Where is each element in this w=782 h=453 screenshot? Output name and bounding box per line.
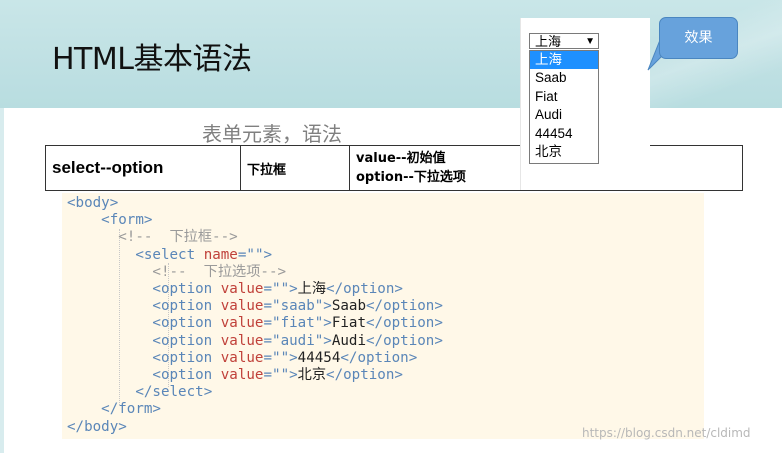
- code-line: <option value="">44454</option>: [152, 349, 418, 366]
- dropdown-arrow-icon: ▼: [585, 36, 595, 47]
- select-option[interactable]: 北京: [530, 143, 598, 161]
- meaning-cell: 下拉框: [240, 145, 350, 191]
- code-line: <body>: [67, 195, 119, 211]
- select-options-list: 上海 Saab Fiat Audi 44454 北京: [529, 50, 599, 164]
- code-line: <!-- 下拉框-->: [118, 229, 238, 246]
- select-option[interactable]: Audi: [530, 106, 598, 124]
- slide-title: HTML基本语法: [52, 42, 252, 77]
- watermark: https://blog.csdn.net/cldimd: [582, 426, 751, 440]
- code-line: <option value="saab">Saab</option>: [152, 298, 443, 315]
- select-option[interactable]: 上海: [530, 51, 598, 70]
- code-line: <option value="fiat">Fiat</option>: [152, 315, 443, 332]
- select-dropdown[interactable]: 上海 ▼: [529, 33, 599, 49]
- effect-callout: 效果: [659, 17, 738, 59]
- select-preview: 上海 ▼ 上海 Saab Fiat Audi 44454 北京: [520, 18, 650, 190]
- select-option[interactable]: Fiat: [530, 88, 598, 106]
- code-line: <option value="">北京</option>: [152, 367, 403, 384]
- code-line: <select name="">: [135, 246, 273, 263]
- slide-subtitle: 表单元素，语法: [202, 122, 342, 146]
- slide: HTML基本语法 表单元素，语法 select--option 下拉框 valu…: [0, 0, 782, 453]
- code-line: <option value="">上海</option>: [152, 281, 403, 298]
- code-line: </form>: [101, 401, 161, 418]
- select-option[interactable]: 44454: [530, 125, 598, 143]
- code-line: </body>: [67, 418, 127, 435]
- code-line: </select>: [135, 384, 213, 401]
- code-text: <body> <form> <!-- 下拉框--> <select name="…: [67, 195, 443, 436]
- code-block: <body> <form> <!-- 下拉框--> <select name="…: [62, 193, 704, 439]
- code-line: <!-- 下拉选项-->: [152, 263, 287, 280]
- select-value: 上海: [535, 34, 562, 49]
- left-accent-bar: [0, 108, 4, 453]
- element-cell: select--option: [45, 145, 241, 191]
- select-option[interactable]: Saab: [530, 69, 598, 87]
- code-line: <form>: [101, 212, 153, 229]
- code-line: <option value="audi">Audi</option>: [152, 332, 443, 349]
